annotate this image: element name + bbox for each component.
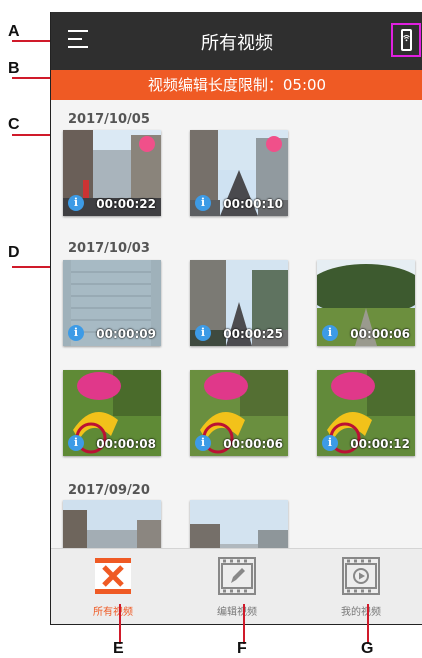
callout-line-e (119, 604, 121, 644)
info-icon[interactable]: i (195, 195, 211, 211)
edited-mark-icon (139, 136, 155, 152)
date-header: 2017/09/20 (68, 483, 150, 498)
video-duration: 00:00:22 (96, 197, 156, 211)
film-x-icon (95, 558, 131, 594)
tab-label: 编辑视频 (217, 607, 257, 618)
video-duration: 00:00:12 (350, 437, 410, 451)
video-thumbnail[interactable]: i 00:00:08 (63, 370, 161, 456)
callout-label-b: B (8, 60, 20, 77)
info-icon[interactable]: i (322, 325, 338, 341)
video-duration: 00:00:09 (96, 327, 156, 341)
tab-all-videos[interactable]: 所有视频 (51, 549, 175, 624)
video-duration: 00:00:06 (350, 327, 410, 341)
video-thumbnail[interactable]: i 00:00:06 (317, 260, 415, 346)
callout-label-e: E (113, 640, 124, 657)
duration-limit-bar: 视频编辑长度限制：05:00 (51, 70, 422, 100)
video-thumbnail[interactable] (190, 500, 288, 548)
callout-line-f (243, 604, 245, 644)
info-icon[interactable]: i (68, 325, 84, 341)
callout-line-g (367, 604, 369, 644)
phone-screen: 所有视频 视频编辑长度限制：05:00 2017/10/05 i 00:00:2… (50, 12, 422, 625)
date-header: 2017/10/05 (68, 112, 150, 127)
film-play-icon (342, 557, 380, 595)
video-thumbnail[interactable]: i 00:00:10 (190, 130, 288, 216)
info-icon[interactable]: i (195, 435, 211, 451)
callout-label-a: A (8, 23, 20, 40)
tab-label: 所有视频 (93, 607, 133, 618)
video-duration: 00:00:10 (223, 197, 283, 211)
film-edit-icon (218, 557, 256, 595)
video-thumbnail[interactable]: i 00:00:22 (63, 130, 161, 216)
video-thumbnail[interactable]: i 00:00:25 (190, 260, 288, 346)
callout-label-d: D (8, 244, 20, 261)
info-icon[interactable]: i (68, 435, 84, 451)
video-duration: 00:00:08 (96, 437, 156, 451)
video-duration: 00:00:25 (223, 327, 283, 341)
info-icon[interactable]: i (68, 195, 84, 211)
page-title: 所有视频 (201, 33, 273, 54)
video-duration: 00:00:06 (223, 437, 283, 451)
phone-wifi-icon[interactable] (391, 23, 421, 57)
callout-label-c: C (8, 116, 20, 133)
info-icon[interactable]: i (195, 325, 211, 341)
callout-label-f: F (237, 640, 247, 657)
video-list[interactable]: 2017/10/05 i 00:00:22 i 00:00:10 2017/10… (51, 100, 422, 548)
tab-my-videos[interactable]: 我的视频 (299, 549, 422, 624)
tab-edit-video[interactable]: 编辑视频 (175, 549, 299, 624)
date-header: 2017/10/03 (68, 241, 150, 256)
tab-label: 我的视频 (341, 607, 381, 618)
video-thumbnail[interactable] (63, 500, 161, 548)
video-thumbnail[interactable]: i 00:00:06 (190, 370, 288, 456)
callout-label-g: G (361, 640, 374, 657)
info-icon[interactable]: i (322, 435, 338, 451)
edited-mark-icon (266, 136, 282, 152)
video-thumbnail[interactable]: i 00:00:12 (317, 370, 415, 456)
video-thumbnail[interactable]: i 00:00:09 (63, 260, 161, 346)
top-bar: 所有视频 (51, 12, 422, 70)
